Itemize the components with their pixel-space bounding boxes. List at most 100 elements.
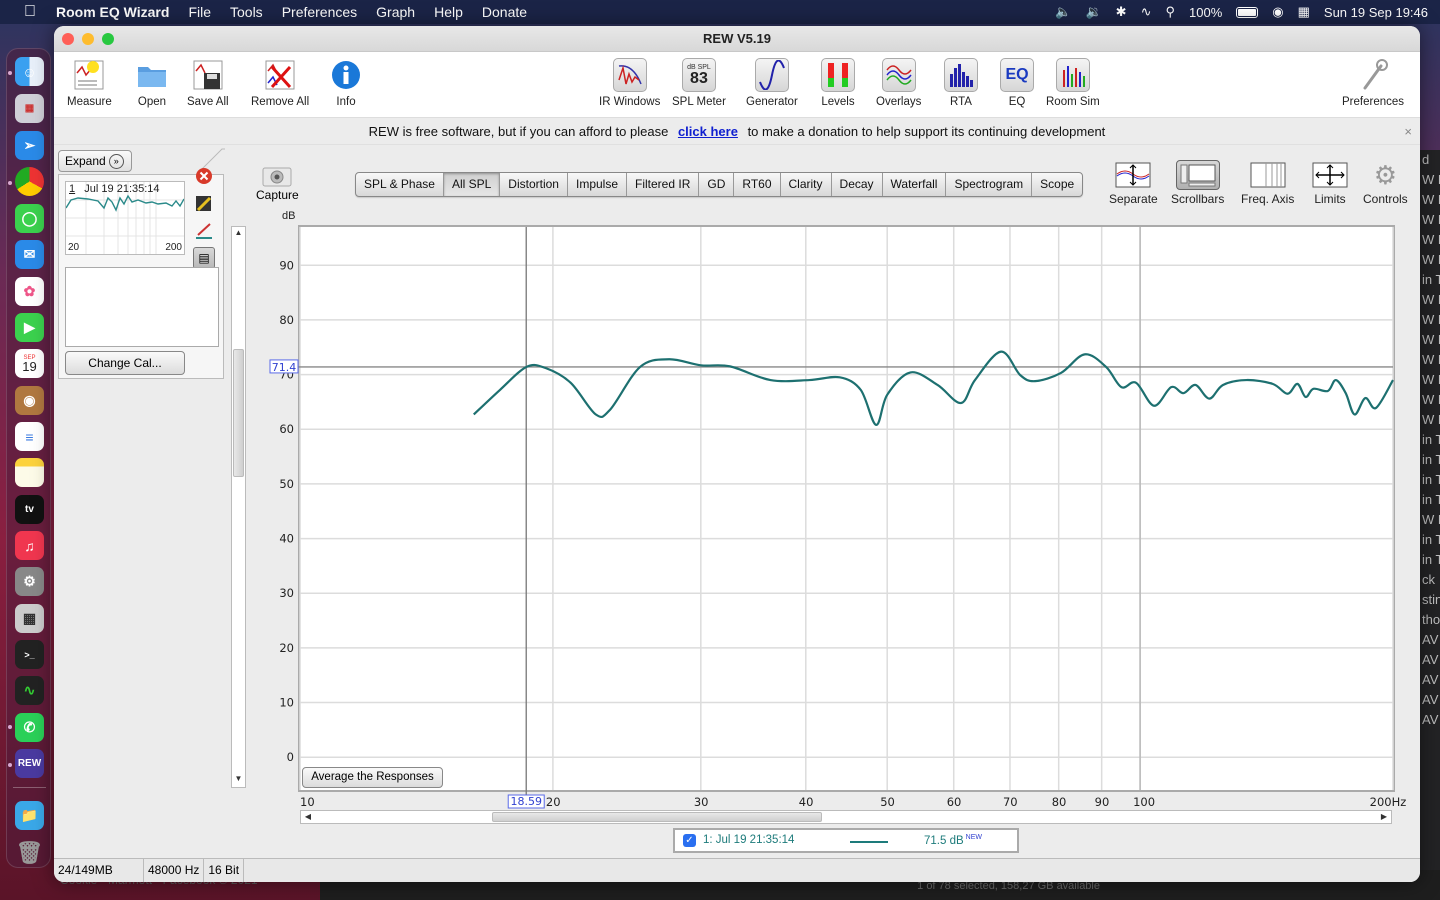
average-responses-button[interactable]: Average the Responses [302,767,443,788]
chrome-icon[interactable] [15,167,44,196]
system-preferences-icon[interactable]: ⚙ [15,567,44,596]
calendar-icon[interactable]: SEP 19 [15,349,44,378]
notes-toggle-icon[interactable]: ▤ [193,247,215,269]
mail-icon[interactable]: ✉ [15,240,44,269]
memory-usage[interactable]: 24/149MB [54,859,144,882]
spl-chart[interactable]: 0 10 20 30 40 50 60 70 80 90 10 20 30 40 50 60 70 80 90 100… [249,224,1409,844]
controls-button[interactable]: ⚙ Controls [1363,160,1408,207]
menu-donate[interactable]: Donate [482,4,527,20]
volume-icon[interactable]: 🔉 [1085,4,1101,20]
calculator-icon[interactable]: ▦ [15,604,44,633]
expand-button[interactable]: Expand» [58,150,132,172]
measurement-thumbnail[interactable]: 1 Jul 19 21:35:14 20 200 [65,181,185,255]
apple-tv-icon[interactable]: tv [15,495,44,524]
messages-icon[interactable]: ◯ [15,204,44,233]
menu-help[interactable]: Help [434,4,463,20]
tab-impulse[interactable]: Impulse [568,173,628,196]
vertical-scrollbar[interactable]: ▲ ▼ [231,226,246,788]
bluetooth-icon[interactable]: ✱ [1116,4,1127,20]
rta-button[interactable]: RTA [944,58,978,108]
scroll-left-arrow-icon[interactable]: ◀ [302,811,314,823]
legend-checkbox[interactable]: ✓ [683,834,696,847]
notes-icon[interactable] [15,458,44,487]
music-icon[interactable]: ♫ [15,531,44,560]
remove-measurement-icon[interactable] [195,167,213,185]
whatsapp-icon[interactable]: ✆ [15,713,44,742]
freq-axis-button[interactable]: Freq. Axis [1241,160,1294,206]
tab-clarity[interactable]: Clarity [781,173,832,196]
menu-tools[interactable]: Tools [230,4,263,20]
levels-icon [821,58,855,92]
limits-button[interactable]: Limits [1310,160,1350,206]
close-banner-button[interactable]: × [1404,118,1412,145]
donation-link[interactable]: click here [678,124,738,139]
room-sim-button[interactable]: Room Sim [1046,58,1100,108]
facetime-icon[interactable]: ▶ [15,313,44,342]
save-icon [191,58,225,92]
battery-icon[interactable] [1236,6,1259,18]
tab-filtered-ir[interactable]: Filtered IR [627,173,700,196]
open-button[interactable]: Open [135,58,169,108]
edit-info-icon[interactable] [195,195,213,213]
finder-icon[interactable]: ☺ [15,57,44,86]
vertical-scroll-thumb[interactable] [233,349,244,477]
menu-file[interactable]: File [188,4,211,20]
tab-scope[interactable]: Scope [1032,173,1082,196]
horizontal-scroll-thumb[interactable] [492,812,822,822]
tab-gd[interactable]: GD [699,173,735,196]
tab-spectrogram[interactable]: Spectrogram [946,173,1033,196]
save-all-button[interactable]: Save All [187,58,229,108]
user-icon[interactable]: ◉ [1272,4,1283,20]
remove-all-button[interactable]: Remove All [251,58,309,108]
terminal-icon[interactable]: >_ [15,640,44,669]
preferences-button[interactable]: Preferences [1342,58,1404,108]
menu-app-name[interactable]: Room EQ Wizard [56,4,169,20]
line-color-icon[interactable] [195,221,213,239]
tab-distortion[interactable]: Distortion [500,173,568,196]
spotlight-search-icon[interactable]: ⚲ [1165,4,1175,20]
contacts-icon[interactable]: ◉ [15,386,44,415]
rew-app-icon[interactable]: REW [15,749,44,778]
y-tick-label: 20 [279,641,294,655]
horizontal-scrollbar[interactable]: ◀ ▶ [300,810,1392,824]
safari-icon[interactable]: ➢ [15,131,44,160]
tab-waterfall[interactable]: Waterfall [883,173,947,196]
menu-graph[interactable]: Graph [376,4,415,20]
levels-button[interactable]: Levels [821,58,855,108]
tab-decay[interactable]: Decay [832,173,883,196]
generator-button[interactable]: Generator [746,58,798,108]
activity-monitor-icon[interactable]: ∿ [15,676,44,705]
change-cal-button[interactable]: Change Cal... [65,351,185,375]
trash-icon[interactable]: 🗑 [15,838,44,867]
background-list-row: AV [1422,692,1439,707]
ir-windows-button[interactable]: IR Windows [599,58,660,108]
scroll-right-arrow-icon[interactable]: ▶ [1378,811,1390,823]
speaker-left-icon[interactable]: 🔈 [1055,4,1071,20]
y-tick-label: 10 [279,696,294,710]
launchpad-icon[interactable]: ▦ [15,94,44,123]
scrollbars-button[interactable]: Scrollbars [1171,160,1224,206]
capture-button[interactable]: Capture [256,164,299,202]
tab-all-spl[interactable]: All SPL [443,173,501,196]
measurement-notes[interactable] [65,267,219,347]
tab-spl-phase[interactable]: SPL & Phase [356,173,444,196]
eq-button[interactable]: EQ EQ [1000,58,1034,108]
remove-icon [263,58,297,92]
measure-button[interactable]: Measure [67,58,112,108]
control-center-icon[interactable]: ▦ [1298,4,1310,20]
overlays-button[interactable]: Overlays [876,58,921,108]
wifi-icon[interactable]: ∿ [1141,4,1152,20]
downloads-folder-icon[interactable]: 📁 [15,801,44,830]
clock[interactable]: Sun 19 Sep 19:46 [1324,5,1428,20]
scroll-down-arrow-icon[interactable]: ▼ [232,774,245,786]
tab-rt60[interactable]: RT60 [734,173,781,196]
apple-menu-icon[interactable]:  [20,3,40,21]
info-button[interactable]: Info [329,58,363,108]
scroll-up-arrow-icon[interactable]: ▲ [232,228,245,240]
menu-preferences[interactable]: Preferences [282,4,357,20]
spl-meter-value: 83 [690,69,708,87]
separate-button[interactable]: Separate [1109,160,1158,206]
reminders-icon[interactable]: ≡ [15,422,44,451]
spl-meter-button[interactable]: dB SPL 83 SPL Meter [672,58,726,108]
photos-icon[interactable]: ✿ [15,277,44,306]
